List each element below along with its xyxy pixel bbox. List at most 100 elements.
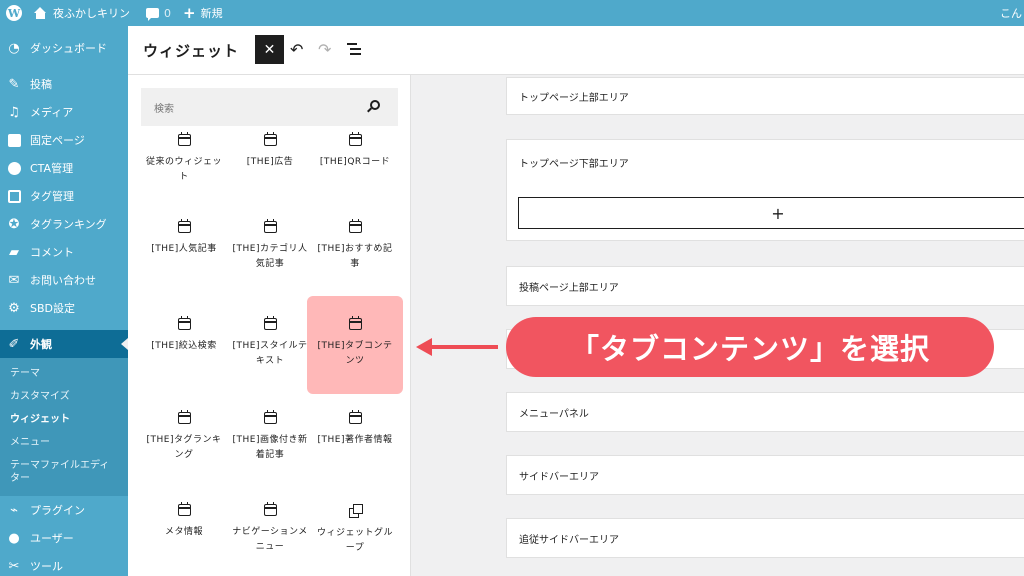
block-item-meta[interactable]: メタ情報 — [136, 482, 232, 576]
sidebar-item-contact[interactable]: ✉ お問い合わせ — [0, 266, 128, 294]
calendar-icon — [348, 132, 362, 146]
home-icon — [34, 7, 47, 19]
site-name-link[interactable]: 夜ふかしキリン — [28, 0, 136, 26]
block-item-the-ad[interactable]: [THE]広告 — [222, 126, 318, 210]
sidebar-item-pages[interactable]: 固定ページ — [0, 126, 128, 154]
widget-area-post-upper[interactable]: 投稿ページ上部エリア — [506, 266, 1024, 306]
block-item-legacy-widget[interactable]: 従来のウィジェット — [136, 126, 232, 210]
sidebar-item-label: ツール — [30, 560, 63, 573]
widget-area-title: トップページ下部エリア — [519, 159, 629, 170]
sidebar-item-sbd-settings[interactable]: ⚙ SBD設定 — [0, 294, 128, 322]
annotation-callout: 「タブコンテンツ」を選択 — [506, 317, 994, 377]
sidebar-item-dashboard[interactable]: ◔ ダッシュボード — [0, 34, 128, 62]
widget-area-top-upper[interactable]: トップページ上部エリア — [506, 77, 1024, 115]
undo-button[interactable]: ↶ — [290, 40, 303, 59]
calendar-icon — [348, 219, 362, 233]
block-item-the-popular[interactable]: [THE]人気記事 — [136, 199, 232, 297]
block-item-the-recommend[interactable]: [THE]おすすめ記事 — [307, 199, 403, 297]
block-item-the-qrcode[interactable]: [THE]QRコード — [307, 126, 403, 210]
sidebar-item-tags[interactable]: タグ管理 — [0, 182, 128, 210]
plus-icon: + — [771, 203, 785, 223]
sidebar-item-label: 固定ページ — [30, 134, 85, 147]
redo-button[interactable]: ↷ — [318, 40, 331, 59]
block-label: [THE]著作者情報 — [317, 435, 393, 445]
block-label: [THE]タグランキング — [146, 435, 222, 460]
block-item-the-tag-ranking[interactable]: [THE]タグランキング — [136, 390, 232, 488]
plus-icon: + — [183, 3, 196, 22]
calendar-icon — [263, 502, 277, 516]
sidebar-item-comments[interactable]: ▰ コメント — [0, 238, 128, 266]
block-label: [THE]画像付き新着記事 — [232, 435, 308, 460]
mail-icon: ✉ — [8, 272, 20, 288]
sidebar-item-label: お問い合わせ — [30, 274, 96, 287]
close-inserter-button[interactable]: ✕ — [255, 35, 284, 64]
sidebar-item-posts[interactable]: ✎ 投稿 — [0, 70, 128, 98]
calendar-icon — [263, 219, 277, 233]
block-label: [THE]人気記事 — [151, 244, 217, 254]
wordpress-logo-button[interactable]: W — [0, 0, 28, 26]
search-icon — [370, 100, 380, 110]
submenu-item-theme-editor[interactable]: テーマファイルエディター — [0, 454, 128, 490]
block-item-the-style-text[interactable]: [THE]スタイルテキスト — [222, 296, 318, 394]
widget-area-sticky-sidebar[interactable]: 追従サイドバーエリア — [506, 518, 1024, 558]
wordpress-logo-icon: W — [6, 5, 22, 21]
user-icon: ● — [8, 530, 20, 546]
appearance-submenu: テーマ カスタマイズ ウィジェット メニュー テーマファイルエディター — [0, 358, 128, 496]
submenu-item-widgets[interactable]: ウィジェット — [0, 408, 128, 431]
add-block-button[interactable]: + — [518, 197, 1024, 229]
site-name: 夜ふかしキリン — [53, 7, 130, 20]
sidebar-item-cta[interactable]: CTA管理 — [0, 154, 128, 182]
block-item-navigation-menu[interactable]: ナビゲーションメニュー — [222, 482, 318, 576]
sidebar-item-tag-ranking[interactable]: ✪ タグランキング — [0, 210, 128, 238]
brush-icon: ✐ — [8, 336, 20, 352]
greeting-text: こん — [1000, 7, 1022, 20]
sidebar-item-label: CTA管理 — [30, 162, 74, 175]
sidebar-item-appearance[interactable]: ✐ 外観 — [0, 330, 128, 358]
calendar-icon — [177, 132, 191, 146]
calendar-icon — [177, 219, 191, 233]
block-item-the-author-info[interactable]: [THE]著作者情報 — [307, 390, 403, 488]
calendar-icon — [177, 502, 191, 516]
list-view-button[interactable] — [347, 43, 361, 55]
block-item-the-tab-contents[interactable]: [THE]タブコンテンツ — [307, 296, 403, 394]
admin-bar: W 夜ふかしキリン 0 + 新規 こん — [0, 0, 1024, 26]
widget-area-menu-panel[interactable]: メニューパネル — [506, 392, 1024, 432]
close-icon: ✕ — [263, 41, 276, 58]
media-icon: ♫ — [8, 104, 20, 120]
award-icon: ✪ — [8, 216, 20, 232]
sidebar-item-tools[interactable]: ✂ ツール — [0, 552, 128, 576]
submenu-item-customize[interactable]: カスタマイズ — [0, 385, 128, 408]
sidebar-item-users[interactable]: ● ユーザー — [0, 524, 128, 552]
wrench-icon: ✂ — [8, 558, 20, 574]
sidebar-item-label: タグランキング — [30, 218, 107, 231]
sidebar-item-media[interactable]: ♫ メディア — [0, 98, 128, 126]
new-label: 新規 — [200, 7, 223, 20]
widget-area-sidebar[interactable]: サイドバーエリア — [506, 455, 1024, 495]
block-search-input[interactable]: 検索 — [141, 88, 398, 126]
calendar-icon — [348, 316, 362, 330]
sidebar-item-label: メディア — [30, 106, 74, 119]
block-label: [THE]おすすめ記事 — [317, 244, 393, 269]
annotation-arrow-line — [428, 345, 498, 349]
account-link[interactable]: こん — [1000, 0, 1024, 26]
tag-icon — [6, 188, 22, 204]
comment-icon: ▰ — [9, 244, 19, 260]
page-icon — [6, 132, 22, 148]
block-grid: 従来のウィジェット [THE]広告 [THE]QRコード [THE]人気記事 [… — [128, 126, 410, 576]
block-label: [THE]QRコード — [319, 157, 391, 167]
block-item-widget-group[interactable]: ウィジェットグループ — [307, 482, 403, 576]
pin-icon: ✎ — [8, 76, 20, 92]
widget-area-title: 追従サイドバーエリア — [519, 534, 619, 546]
sidebar-item-plugins[interactable]: ⌁ プラグイン — [0, 496, 128, 524]
block-item-the-category-popular[interactable]: [THE]カテゴリ人気記事 — [222, 199, 318, 297]
block-inserter-panel: 検索 従来のウィジェット [THE]広告 [THE]QRコード [THE]人気記… — [128, 75, 411, 576]
block-label: [THE]カテゴリ人気記事 — [232, 244, 308, 269]
block-item-the-filter-search[interactable]: [THE]絞込検索 — [136, 296, 232, 394]
block-item-the-new-posts-with-image[interactable]: [THE]画像付き新着記事 — [222, 390, 318, 488]
sidebar-item-label: SBD設定 — [30, 302, 75, 315]
block-label: [THE]広告 — [246, 157, 294, 167]
submenu-item-themes[interactable]: テーマ — [0, 362, 128, 385]
comments-link[interactable]: 0 — [140, 0, 177, 26]
new-content-link[interactable]: + 新規 — [177, 0, 229, 26]
submenu-item-menus[interactable]: メニュー — [0, 431, 128, 454]
